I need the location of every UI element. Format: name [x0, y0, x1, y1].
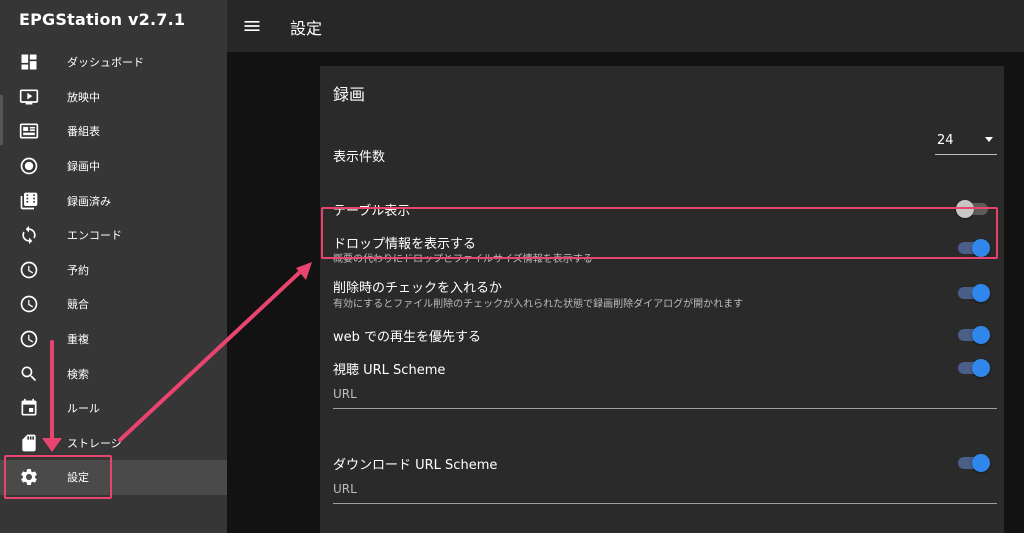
calendar-icon [19, 398, 39, 418]
show-drop-description: 概要の代わりにドロップとファイルサイズ情報を表示する [333, 254, 593, 265]
sidebar-item-label: 予約 [67, 263, 89, 277]
delete-check-label: 削除時のチェックを入れるか [333, 281, 503, 296]
sidebar-item-label: 録画済み [67, 194, 111, 208]
view-url-scheme-label: 視聴 URL Scheme [333, 363, 446, 378]
sidebar-item-storage[interactable]: ストレージ [0, 426, 227, 461]
page-size-value: 24 [937, 133, 954, 148]
delete-check-toggle[interactable] [956, 282, 990, 304]
page-size-label: 表示件数 [333, 150, 386, 165]
show-drop-toggle[interactable] [956, 237, 990, 259]
clock-icon [19, 329, 39, 349]
web-playback-label: web での再生を優先する [333, 330, 482, 345]
view-url-input[interactable]: URL [333, 379, 997, 409]
sidebar-item-label: 録画中 [67, 160, 100, 174]
nav-list: ダッシュボード 放映中 番組表 録画中 録画済み エンコード 予約 競合 重複 … [0, 45, 227, 495]
sidebar-item-label: ルール [67, 402, 100, 416]
clock-icon [19, 294, 39, 314]
sidebar-item-label: 検索 [67, 367, 89, 381]
view-url-scheme-toggle[interactable] [956, 357, 990, 379]
table-view-toggle[interactable] [956, 198, 990, 220]
sidebar-item-search[interactable]: 検索 [0, 356, 227, 391]
sidebar-item-live[interactable]: 放映中 [0, 80, 227, 115]
page-size-select[interactable]: 24 [935, 131, 997, 155]
download-url-scheme-label: ダウンロード URL Scheme [333, 458, 498, 473]
web-playback-toggle[interactable] [956, 324, 990, 346]
sd-card-icon [19, 433, 39, 453]
dashboard-icon [19, 52, 39, 72]
clock-icon [19, 260, 39, 280]
sidebar: EPGStation v2.7.1 ダッシュボード 放映中 番組表 録画中 録画… [0, 0, 227, 533]
sidebar-item-dashboard[interactable]: ダッシュボード [0, 45, 227, 80]
sidebar-item-label: ストレージ [67, 436, 122, 450]
sidebar-item-rules[interactable]: ルール [0, 391, 227, 426]
dropdown-arrow-icon [985, 137, 993, 142]
top-app-bar: 設定 [227, 0, 1024, 52]
sidebar-item-encode[interactable]: エンコード [0, 218, 227, 253]
program-guide-icon [19, 121, 39, 141]
search-icon [19, 364, 39, 384]
encode-icon [19, 225, 39, 245]
table-view-label: テーブル表示 [333, 204, 411, 219]
app-title: EPGStation v2.7.1 [19, 10, 186, 29]
gear-icon [19, 467, 39, 487]
settings-card: 録画 表示件数 24 テーブル表示 ドロップ情報を表示する 概要の代わりにドロッ… [320, 66, 1004, 533]
sidebar-item-label: 競合 [67, 298, 89, 312]
download-url-scheme-toggle[interactable] [956, 452, 990, 474]
download-url-input[interactable]: URL [333, 474, 997, 504]
sidebar-item-overlaps[interactable]: 重複 [0, 322, 227, 357]
sidebar-item-label: 設定 [67, 471, 89, 485]
sidebar-item-recording[interactable]: 録画中 [0, 149, 227, 184]
sidebar-item-recorded[interactable]: 録画済み [0, 183, 227, 218]
main-content: 録画 表示件数 24 テーブル表示 ドロップ情報を表示する 概要の代わりにドロッ… [227, 52, 1024, 533]
sidebar-item-label: 放映中 [67, 90, 100, 104]
section-title: 録画 [333, 85, 366, 104]
view-url-placeholder: URL [333, 387, 357, 401]
live-tv-icon [19, 87, 39, 107]
recorded-icon [19, 191, 39, 211]
download-url-placeholder: URL [333, 482, 357, 496]
sidebar-item-label: エンコード [67, 229, 122, 243]
delete-check-description: 有効にするとファイル削除のチェックが入れられた状態で録画削除ダイアログが開かれま… [333, 299, 744, 310]
page-title: 設定 [290, 19, 323, 38]
sidebar-item-label: ダッシュボード [67, 56, 144, 70]
menu-button[interactable] [241, 15, 263, 37]
sidebar-item-label: 重複 [67, 333, 89, 347]
sidebar-item-label: 番組表 [67, 125, 100, 139]
recording-icon [19, 156, 39, 176]
sidebar-item-reserves[interactable]: 予約 [0, 253, 227, 288]
sidebar-item-settings[interactable]: 設定 [0, 460, 227, 495]
menu-icon [244, 21, 260, 31]
sidebar-item-conflicts[interactable]: 競合 [0, 287, 227, 322]
sidebar-item-program-guide[interactable]: 番組表 [0, 114, 227, 149]
